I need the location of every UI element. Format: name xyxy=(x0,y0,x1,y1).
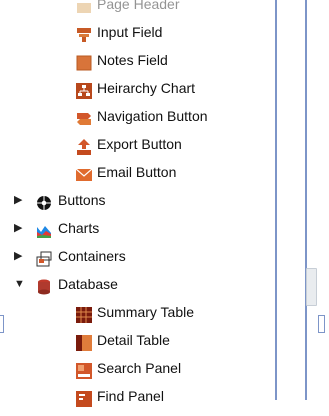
tree-group-label: Charts xyxy=(58,220,100,236)
tree-item-navigation-button[interactable]: Navigation Button xyxy=(0,102,300,130)
charts-group-icon xyxy=(36,220,52,238)
tree-item-export-button[interactable]: Export Button xyxy=(0,130,300,158)
tree-group-containers[interactable]: ▶ Containers xyxy=(0,242,300,270)
tree-item-label: Page Header xyxy=(97,0,180,12)
navigation-button-icon xyxy=(76,108,92,125)
tree-item-label: Input Field xyxy=(97,24,163,40)
expand-toggle-icon[interactable]: ▶ xyxy=(14,214,24,242)
tree-group-label: Buttons xyxy=(58,192,106,208)
find-panel-icon xyxy=(76,388,92,407)
panel-divider xyxy=(275,0,277,400)
summary-table-icon xyxy=(76,304,92,323)
containers-group-icon xyxy=(36,248,52,267)
tree-group-charts[interactable]: ▶ Charts xyxy=(0,214,300,242)
expand-toggle-icon[interactable]: ▶ xyxy=(14,186,24,214)
tree-group-database[interactable]: ▼ Database xyxy=(0,270,300,298)
input-field-icon xyxy=(76,24,92,42)
tree-item-label: Email Button xyxy=(97,164,177,180)
export-button-icon xyxy=(76,136,92,155)
tree-item-label: Notes Field xyxy=(97,52,168,68)
resize-handle-left[interactable] xyxy=(0,315,4,333)
tree-item-label: Find Panel xyxy=(97,388,164,404)
tree-item-summary-table[interactable]: Summary Table xyxy=(0,298,300,326)
notes-field-icon xyxy=(76,52,92,71)
scrollbar-track[interactable] xyxy=(305,0,307,400)
hierarchy-chart-icon xyxy=(76,80,92,99)
scrollbar-thumb[interactable] xyxy=(306,268,317,306)
tree-item-label: Export Button xyxy=(97,136,182,152)
tree-item-search-panel[interactable]: Search Panel xyxy=(0,354,300,382)
tree-group-buttons[interactable]: ▶ Buttons xyxy=(0,186,300,214)
buttons-group-icon xyxy=(36,192,52,210)
page-header-icon xyxy=(76,0,92,13)
tree-item-label: Navigation Button xyxy=(97,108,208,124)
tree-item-label: Heirarchy Chart xyxy=(97,80,196,96)
component-tree: Page Header Input Field Notes Field Heir… xyxy=(0,0,300,410)
detail-table-icon xyxy=(76,332,92,351)
expand-toggle-icon[interactable]: ▼ xyxy=(14,270,25,298)
expand-toggle-icon[interactable]: ▶ xyxy=(14,242,24,270)
tree-group-label: Containers xyxy=(58,248,126,264)
tree-item-email-button[interactable]: Email Button xyxy=(0,158,300,186)
tree-item-heirarchy-chart[interactable]: Heirarchy Chart xyxy=(0,74,300,102)
email-button-icon xyxy=(75,164,93,181)
tree-item-notes-field[interactable]: Notes Field xyxy=(0,46,300,74)
tree-item-page-header[interactable]: Page Header xyxy=(0,0,300,18)
tree-item-label: Search Panel xyxy=(97,360,182,376)
tree-item-find-panel[interactable]: Find Panel xyxy=(0,382,300,410)
search-panel-icon xyxy=(76,360,92,379)
tree-item-label: Summary Table xyxy=(97,304,195,320)
database-group-icon xyxy=(36,276,52,295)
tree-item-input-field[interactable]: Input Field xyxy=(0,18,300,46)
tree-item-label: Detail Table xyxy=(97,332,170,348)
resize-handle-right[interactable] xyxy=(318,315,325,333)
tree-item-detail-table[interactable]: Detail Table xyxy=(0,326,300,354)
tree-group-label: Database xyxy=(58,276,118,292)
